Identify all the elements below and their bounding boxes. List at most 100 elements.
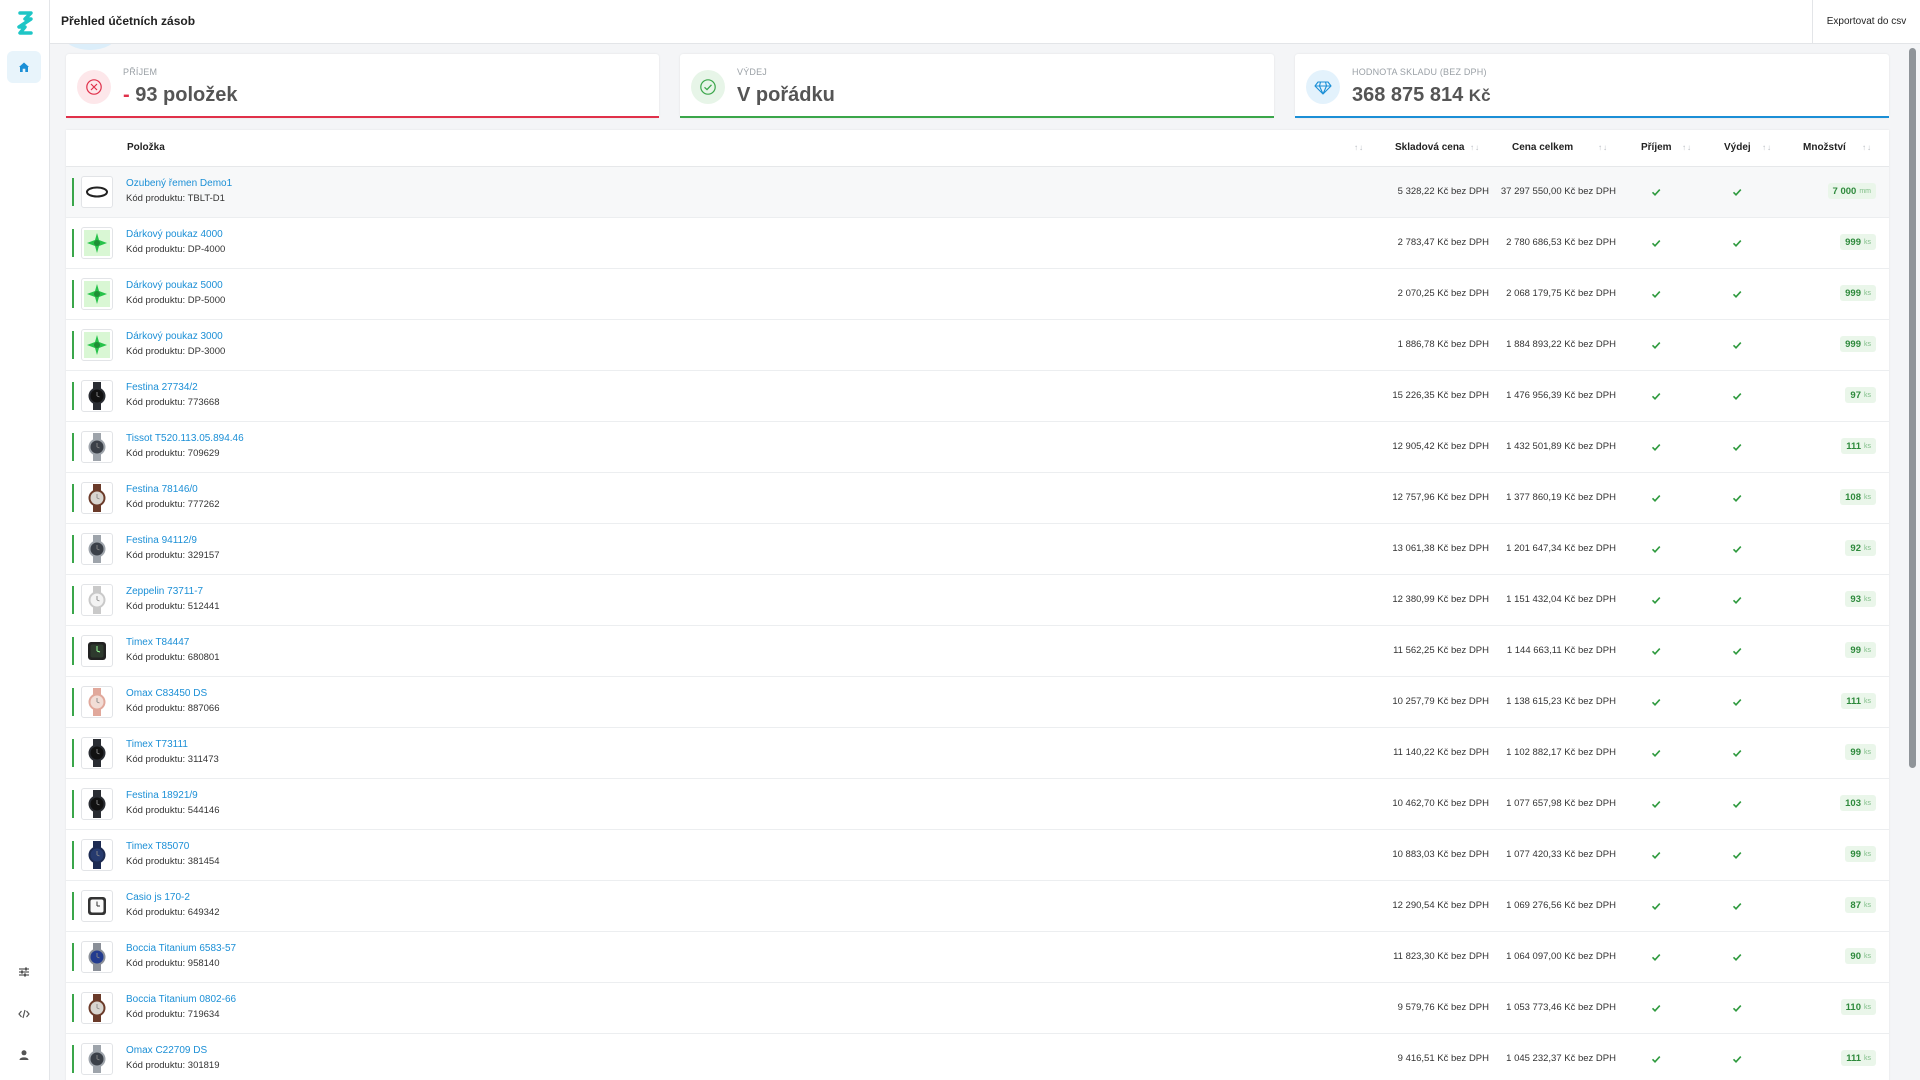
sort-quantity-icon[interactable]: ↑↓ [1862, 143, 1872, 152]
product-name-link[interactable]: Festina 94112/9 [126, 535, 197, 546]
table-row[interactable]: Tissot T520.113.05.894.46 Kód produktu: 7… [66, 422, 1889, 473]
stock-price: 15 226,35 Kč bez DPH [1392, 390, 1489, 401]
quantity-value: 90 [1850, 950, 1861, 962]
diamond-icon [1314, 81, 1332, 95]
product-name-link[interactable]: Casio js 170-2 [126, 892, 190, 903]
product-code: Kód produktu: 381454 [126, 856, 220, 867]
product-thumbnail[interactable] [81, 431, 113, 463]
table-row[interactable]: Dárkový poukaz 5000 Kód produktu: DP-5000… [66, 269, 1889, 320]
receipt-check-icon [1650, 746, 1662, 758]
product-thumbnail[interactable] [81, 737, 113, 769]
sidebar-item-settings[interactable] [7, 956, 41, 988]
product-thumbnail[interactable] [81, 278, 113, 310]
export-csv-button[interactable]: Exportovat do csv [1812, 0, 1920, 43]
product-thumbnail[interactable] [81, 992, 113, 1024]
product-name-link[interactable]: Dárkový poukaz 4000 [126, 229, 223, 240]
product-thumbnail[interactable] [81, 1043, 113, 1075]
table-row[interactable]: Casio js 170-2 Kód produktu: 649342 12 290… [66, 881, 1889, 932]
product-name-link[interactable]: Tissot T520.113.05.894.46 [126, 433, 244, 444]
stock-price: 13 061,38 Kč bez DPH [1392, 543, 1489, 554]
table-row[interactable]: Timex T84447 Kód produktu: 680801 11 562,2… [66, 626, 1889, 677]
product-name-link[interactable]: Dárkový poukaz 5000 [126, 280, 223, 291]
table-row[interactable]: Festina 27734/2 Kód produktu: 773668 15 22… [66, 371, 1889, 422]
sidebar-item-home[interactable] [7, 51, 41, 83]
product-name-link[interactable]: Timex T73111 [126, 739, 188, 750]
product-name-link[interactable]: Omax C22709 DS [126, 1045, 207, 1056]
col-item[interactable]: Položka [127, 142, 165, 153]
table-row[interactable]: Omax C22709 DS Kód produktu: 301819 9 416,… [66, 1034, 1889, 1080]
card-stock-value-text: 368 875 814 Kč [1352, 84, 1491, 107]
product-thumbnail[interactable] [81, 227, 113, 259]
product-name-link[interactable]: Timex T84447 [126, 637, 189, 648]
sort-stock-price-icon[interactable]: ↑↓ [1470, 143, 1480, 152]
sort-total-price-icon[interactable]: ↑↓ [1598, 143, 1608, 152]
row-status-stripe [72, 994, 74, 1022]
sidebar-item-user[interactable] [7, 1039, 41, 1071]
table-row[interactable]: Festina 78146/0 Kód produktu: 777262 12 75… [66, 473, 1889, 524]
table-row[interactable]: Festina 94112/9 Kód produktu: 329157 13 06… [66, 524, 1889, 575]
table-row[interactable]: Dárkový poukaz 4000 Kód produktu: DP-4000… [66, 218, 1889, 269]
receipt-check-icon [1650, 797, 1662, 809]
product-thumbnail[interactable] [81, 890, 113, 922]
quantity-value: 92 [1850, 542, 1861, 554]
product-thumbnail[interactable] [81, 482, 113, 514]
product-name-link[interactable]: Festina 18921/9 [126, 790, 198, 801]
product-name-link[interactable]: Ozubený řemen Demo1 [126, 178, 232, 189]
card-issue: Výdej V pořádku [680, 54, 1274, 118]
sort-issue-icon[interactable]: ↑↓ [1762, 143, 1772, 152]
table-row[interactable]: Ozubený řemen Demo1 Kód produktu: TBLT-D1… [66, 167, 1889, 218]
col-stock-price[interactable]: Skladová cena [1395, 142, 1464, 153]
inventory-table: Položka ↑↓ Skladová cena ↑↓ Cena celkem … [66, 130, 1889, 1080]
app-logo-icon[interactable] [12, 10, 38, 36]
page-scrollbar[interactable] [1909, 48, 1916, 768]
table-row[interactable]: Omax C83450 DS Kód produktu: 887066 10 257… [66, 677, 1889, 728]
product-thumbnail[interactable] [81, 584, 113, 616]
table-row[interactable]: Festina 18921/9 Kód produktu: 544146 10 46… [66, 779, 1889, 830]
product-thumbnail[interactable] [81, 839, 113, 871]
product-thumbnail[interactable] [81, 788, 113, 820]
product-thumbnail[interactable] [81, 380, 113, 412]
quantity-value: 93 [1850, 593, 1861, 605]
total-price: 1 138 615,23 Kč bez DPH [1506, 696, 1616, 707]
product-name-link[interactable]: Boccia Titanium 6583-57 [126, 943, 236, 954]
product-thumbnail[interactable] [81, 533, 113, 565]
issue-check-icon [1731, 695, 1743, 707]
top-bar: Přehled účetních zásob Exportovat do csv [50, 0, 1920, 44]
product-name-link[interactable]: Timex T85070 [126, 841, 189, 852]
quantity-value: 87 [1850, 899, 1861, 911]
table-row[interactable]: Timex T73111 Kód produktu: 311473 11 140,2… [66, 728, 1889, 779]
table-row[interactable]: Timex T85070 Kód produktu: 381454 10 883,0… [66, 830, 1889, 881]
product-thumbnail[interactable] [81, 635, 113, 667]
product-name-link[interactable]: Festina 27734/2 [126, 382, 198, 393]
col-quantity[interactable]: Množství [1803, 142, 1846, 153]
quantity-value: 99 [1850, 644, 1861, 656]
product-name-link[interactable]: Zeppelin 73711-7 [126, 586, 203, 597]
product-thumbnail[interactable] [81, 329, 113, 361]
col-issue[interactable]: Výdej [1724, 142, 1751, 153]
col-total-price[interactable]: Cena celkem [1512, 142, 1573, 153]
quantity-unit: mm [1859, 187, 1871, 195]
table-row[interactable]: Zeppelin 73711-7 Kód produktu: 512441 12 3… [66, 575, 1889, 626]
sort-item-icon[interactable]: ↑↓ [1354, 143, 1364, 152]
quantity-unit: ks [1864, 646, 1871, 654]
table-row[interactable]: Boccia Titanium 0802-66 Kód produktu: 719… [66, 983, 1889, 1034]
sort-receipt-icon[interactable]: ↑↓ [1682, 143, 1692, 152]
total-price: 2 780 686,53 Kč bez DPH [1506, 237, 1616, 248]
row-status-stripe [72, 535, 74, 563]
product-name-link[interactable]: Boccia Titanium 0802-66 [126, 994, 236, 1005]
stock-price: 12 905,42 Kč bez DPH [1392, 441, 1489, 452]
table-row[interactable]: Boccia Titanium 6583-57 Kód produktu: 958… [66, 932, 1889, 983]
table-row[interactable]: Dárkový poukaz 3000 Kód produktu: DP-3000… [66, 320, 1889, 371]
product-name-link[interactable]: Festina 78146/0 [126, 484, 198, 495]
product-thumbnail[interactable] [81, 176, 113, 208]
product-name-link[interactable]: Omax C83450 DS [126, 688, 207, 699]
sidebar-item-developer[interactable] [7, 998, 41, 1030]
product-code: Kód produktu: 777262 [126, 499, 220, 510]
product-name-link[interactable]: Dárkový poukaz 3000 [126, 331, 223, 342]
col-receipt[interactable]: Příjem [1641, 142, 1672, 153]
product-image-icon [85, 688, 109, 716]
product-image-icon [85, 739, 109, 767]
product-thumbnail[interactable] [81, 941, 113, 973]
product-thumbnail[interactable] [81, 686, 113, 718]
quantity-value: 999 [1845, 236, 1861, 248]
